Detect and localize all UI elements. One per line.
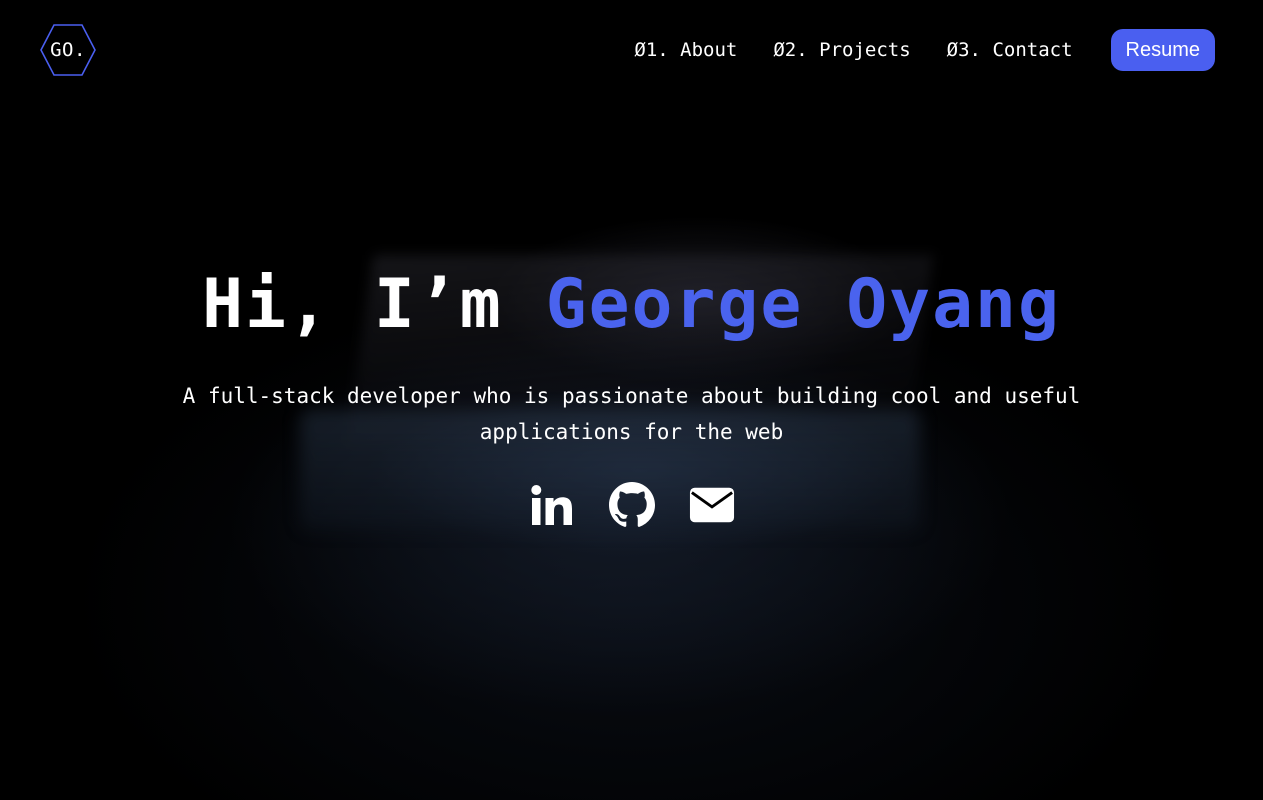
nav-link-number: Ø3. bbox=[946, 39, 981, 61]
resume-button[interactable]: Resume bbox=[1110, 29, 1215, 71]
linkedin-icon bbox=[530, 485, 572, 525]
nav-link-about[interactable]: Ø1. About bbox=[634, 39, 737, 61]
nav-link-label: Projects bbox=[819, 39, 911, 61]
nav-link-contact[interactable]: Ø3. Contact bbox=[947, 39, 1073, 61]
email-icon bbox=[689, 487, 734, 523]
hero-greeting: Hi, I’m bbox=[202, 265, 503, 344]
github-icon bbox=[608, 482, 655, 527]
github-link[interactable] bbox=[608, 482, 655, 528]
nav-link-projects[interactable]: Ø2. Projects bbox=[773, 39, 910, 61]
nav-links: Ø1. About Ø2. Projects Ø3. Contact Resum… bbox=[634, 29, 1215, 71]
hero-subtitle: A full-stack developer who is passionate… bbox=[182, 384, 1081, 444]
nav-link-label: Contact bbox=[992, 39, 1073, 61]
social-links bbox=[0, 482, 1263, 528]
linkedin-link[interactable] bbox=[529, 482, 575, 528]
nav-link-number: Ø2. bbox=[773, 39, 808, 61]
logo[interactable]: GO. bbox=[40, 24, 96, 76]
hero-section: Hi, I’m George Oyang A full-stack develo… bbox=[0, 260, 1263, 528]
email-link[interactable] bbox=[689, 482, 735, 528]
nav-link-number: Ø1. bbox=[634, 39, 669, 61]
nav-link-label: About bbox=[680, 39, 738, 61]
top-navigation: GO. Ø1. About Ø2. Projects Ø3. Contact R… bbox=[0, 0, 1263, 100]
hero-name: George Oyang bbox=[545, 265, 1061, 344]
hero-title: Hi, I’m George Oyang bbox=[0, 260, 1263, 350]
logo-text: GO. bbox=[50, 39, 86, 61]
